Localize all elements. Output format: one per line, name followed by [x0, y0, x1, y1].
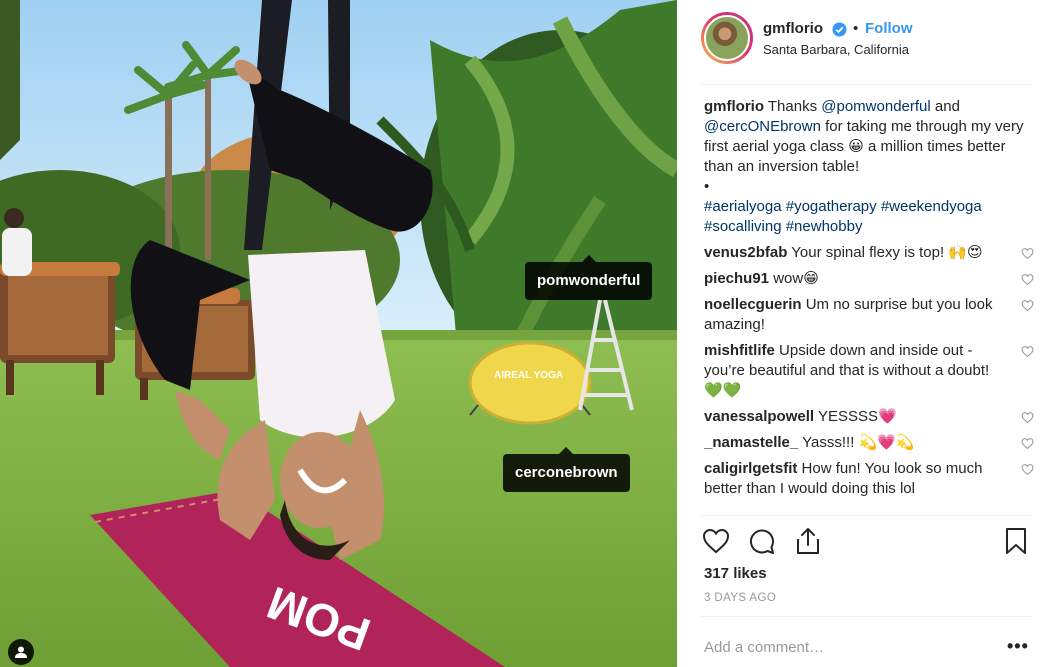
avatar[interactable]: [701, 12, 753, 64]
location-link[interactable]: Santa Barbara, California: [763, 42, 909, 57]
comment-item: caligirlgetsfit How fun! You look so muc…: [704, 459, 1034, 499]
action-bar: [701, 526, 1031, 556]
hashtag-link[interactable]: #newhobby: [786, 218, 863, 235]
comments-list[interactable]: gmflorio Thanks @pomwonderful and @cercO…: [704, 97, 1034, 515]
caption-mention[interactable]: @pomwonderful: [821, 98, 930, 115]
user-tag-icon: [15, 646, 27, 658]
bookmark-icon[interactable]: [1001, 526, 1031, 556]
banner-text: AIREAL YOGA: [494, 370, 563, 381]
caption-text: Thanks: [764, 98, 822, 115]
comment-item: venus2bfab Your spinal flexy is top! 🙌😍: [704, 243, 1034, 263]
comment-username[interactable]: vanessalpowell: [704, 408, 814, 425]
comment-username[interactable]: caligirlgetsfit: [704, 460, 797, 477]
caption-mention[interactable]: @cercONEbrown: [704, 118, 821, 135]
comment-item: mishfitlife Upside down and inside out -…: [704, 341, 1034, 401]
comment-text: YESSSS💗: [817, 408, 897, 425]
post-header: gmflorio • Follow Santa Barbara, Califor…: [677, 0, 1042, 84]
aireal-yoga-banner: [468, 341, 592, 425]
comment-like-heart-icon[interactable]: [1021, 299, 1034, 312]
post-date: 3 DAYS AGO: [704, 592, 777, 604]
verified-badge-icon: [832, 22, 847, 37]
post-caption: gmflorio Thanks @pomwonderful and @cercO…: [704, 97, 1034, 237]
caption-bullet: •: [704, 178, 710, 195]
comment-username[interactable]: noellecguerin: [704, 296, 802, 313]
comment-username[interactable]: piechu91: [704, 270, 769, 287]
comment-item: piechu91 wow😁: [704, 269, 1034, 289]
hashtag-link[interactable]: #weekendyoga: [881, 198, 982, 215]
hashtag-link[interactable]: #aerialyoga: [704, 198, 782, 215]
comment-text: Yasss!!! 💫💗💫: [802, 434, 915, 451]
comment-username[interactable]: _namastelle_: [704, 434, 798, 451]
comment-username[interactable]: mishfitlife: [704, 342, 775, 359]
comment-like-heart-icon[interactable]: [1021, 437, 1034, 450]
caption-text: and: [930, 98, 960, 115]
likes-count[interactable]: 317 likes: [704, 565, 767, 582]
header-username[interactable]: gmflorio: [763, 20, 823, 37]
comment-item: noellecguerin Um no surprise but you loo…: [704, 295, 1034, 335]
header-separator: •: [853, 20, 859, 37]
divider: [701, 616, 1031, 617]
comment-like-heart-icon[interactable]: [1021, 273, 1034, 286]
comment-item: vanessalpowell YESSSS💗: [704, 407, 1034, 427]
add-comment-input[interactable]: [704, 634, 994, 660]
post-photo[interactable]: AIREAL YOGA POM pomwonderful cerconebrow…: [0, 0, 677, 667]
user-tag-toggle[interactable]: [8, 639, 34, 665]
follow-button[interactable]: Follow: [865, 20, 913, 37]
caption-username[interactable]: gmflorio: [704, 98, 764, 115]
heart-icon[interactable]: [701, 526, 731, 556]
share-icon[interactable]: [793, 526, 823, 556]
comment-like-heart-icon[interactable]: [1021, 247, 1034, 260]
comment-like-heart-icon[interactable]: [1021, 411, 1034, 424]
hashtag-link[interactable]: #socalliving: [704, 218, 782, 235]
comment-text: Your spinal flexy is top! 🙌😍: [791, 244, 983, 261]
post-photo-scene: AIREAL YOGA POM: [0, 0, 677, 667]
comment-like-heart-icon[interactable]: [1021, 345, 1034, 358]
comment-text: wow😁: [773, 270, 819, 287]
comment-like-heart-icon[interactable]: [1021, 463, 1034, 476]
comment-icon[interactable]: [747, 526, 777, 556]
comment-item: _namastelle_ Yasss!!! 💫💗💫: [704, 433, 1034, 453]
comment-username[interactable]: venus2bfab: [704, 244, 787, 261]
photo-tag-cerconebrown[interactable]: cerconebrown: [503, 447, 630, 492]
divider: [701, 515, 1031, 516]
photo-tag-pomwonderful[interactable]: pomwonderful: [525, 255, 653, 300]
post-sidebar: gmflorio • Follow Santa Barbara, Califor…: [677, 0, 1042, 667]
divider: [701, 84, 1031, 85]
more-options-button[interactable]: •••: [1007, 636, 1029, 657]
hashtag-link[interactable]: #yogatherapy: [786, 198, 877, 215]
